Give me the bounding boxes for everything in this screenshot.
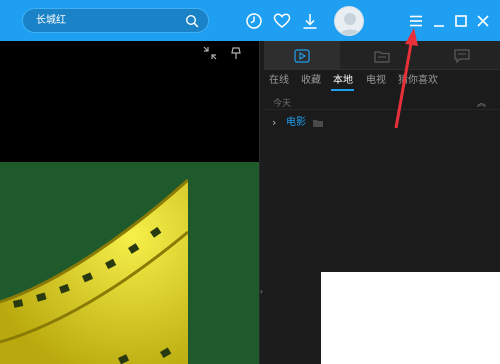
user-icon bbox=[338, 13, 362, 35]
history-icon[interactable] bbox=[245, 12, 263, 30]
date-group-label: 今天 bbox=[273, 99, 292, 109]
subtab-online[interactable]: 在线 bbox=[269, 74, 289, 87]
panel-tabs bbox=[264, 41, 500, 70]
maximize-icon[interactable] bbox=[452, 12, 470, 30]
date-group-header[interactable]: 今天 ︽ bbox=[264, 94, 500, 110]
blank-overlay bbox=[321, 272, 500, 364]
minimize-icon[interactable] bbox=[430, 12, 448, 30]
collapse-up-icon[interactable]: ︽ bbox=[477, 96, 486, 109]
tab-messages[interactable] bbox=[424, 41, 500, 70]
folder-icon bbox=[374, 50, 390, 63]
subtab-tv[interactable]: 电视 bbox=[366, 74, 386, 87]
active-subtab-indicator bbox=[331, 89, 354, 91]
film-reel-image bbox=[0, 162, 259, 364]
avatar[interactable] bbox=[334, 6, 364, 36]
small-folder-icon bbox=[313, 120, 323, 127]
message-icon bbox=[454, 48, 470, 63]
search-icon[interactable] bbox=[185, 14, 199, 28]
annotation-arrow-icon bbox=[394, 28, 418, 129]
video-thumbnail bbox=[0, 162, 259, 364]
folder-label: 电影 bbox=[286, 117, 306, 128]
folder-item[interactable]: › 电影 bbox=[264, 115, 500, 131]
close-icon[interactable] bbox=[474, 12, 492, 30]
subtab-bar: 在线 收藏 本地 电视 猜你喜欢 bbox=[264, 71, 500, 91]
tab-playlist[interactable] bbox=[264, 41, 340, 70]
pin-icon[interactable] bbox=[229, 46, 243, 60]
search-box[interactable]: 长城红 bbox=[22, 8, 209, 33]
search-input[interactable]: 长城红 bbox=[36, 14, 66, 28]
play-list-icon bbox=[294, 48, 310, 63]
download-icon[interactable] bbox=[301, 12, 319, 30]
subtab-local[interactable]: 本地 bbox=[333, 74, 353, 87]
title-bar: 长城红 bbox=[0, 0, 500, 41]
subtab-favorites[interactable]: 收藏 bbox=[301, 74, 321, 87]
heart-icon[interactable] bbox=[273, 12, 291, 30]
expand-arrow-icon[interactable]: › bbox=[272, 115, 276, 131]
video-player[interactable] bbox=[0, 41, 259, 364]
fullscreen-exit-icon[interactable] bbox=[203, 46, 217, 60]
